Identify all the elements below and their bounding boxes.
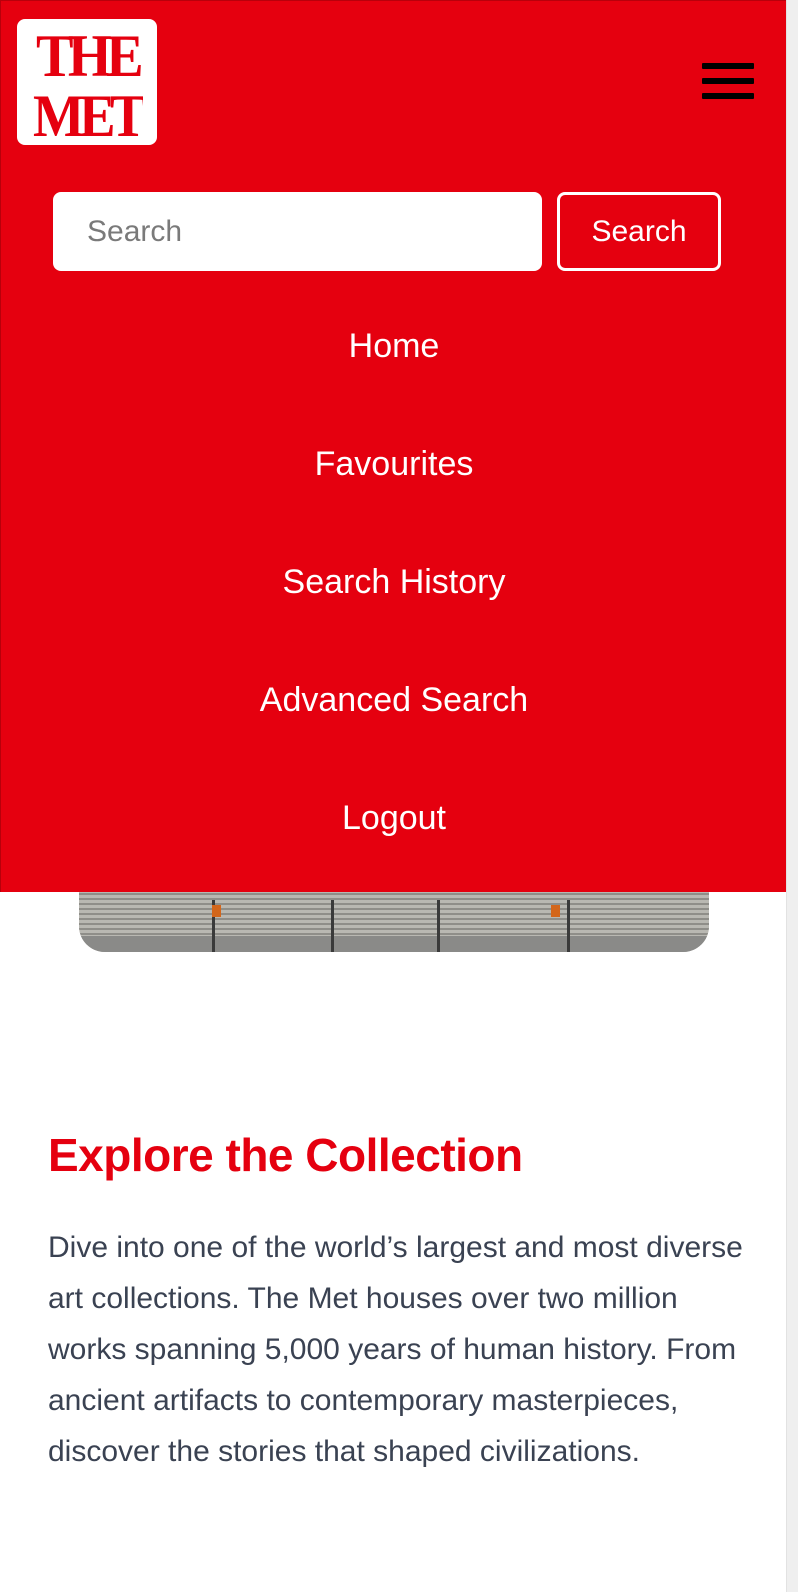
- railing-post: [331, 900, 334, 952]
- nav-item-favourites[interactable]: Favourites: [1, 434, 786, 494]
- logo-line-2: MET: [33, 83, 143, 138]
- section-title: Explore the Collection: [48, 1129, 523, 1181]
- nav-item-logout[interactable]: Logout: [1, 788, 786, 848]
- mobile-menu-panel: THE MET Search Home Favourites Search Hi…: [0, 0, 786, 892]
- hamburger-bar: [702, 93, 754, 99]
- page-scroll-edge: [786, 0, 798, 1592]
- banner-marker: [212, 905, 221, 917]
- nav-item-search-history[interactable]: Search History: [1, 552, 786, 612]
- hamburger-menu-icon[interactable]: [702, 63, 754, 101]
- nav-item-advanced-search[interactable]: Advanced Search: [1, 670, 786, 730]
- railing-post: [437, 900, 440, 952]
- banner-marker: [551, 905, 560, 917]
- hamburger-bar: [702, 63, 754, 69]
- nav-item-home[interactable]: Home: [1, 316, 786, 376]
- page: THE MET Search Home Favourites Search Hi…: [0, 0, 786, 1592]
- lamp-post: [567, 900, 570, 952]
- hamburger-bar: [702, 78, 754, 84]
- search-button[interactable]: Search: [557, 192, 721, 271]
- section-description: Dive into one of the world’s largest and…: [48, 1231, 743, 1468]
- met-logo[interactable]: THE MET: [17, 19, 157, 145]
- logo-line-1: THE: [36, 26, 141, 89]
- met-logo-mark: THE MET: [33, 26, 143, 138]
- search-input[interactable]: [53, 192, 542, 271]
- museum-plaza: [79, 936, 709, 952]
